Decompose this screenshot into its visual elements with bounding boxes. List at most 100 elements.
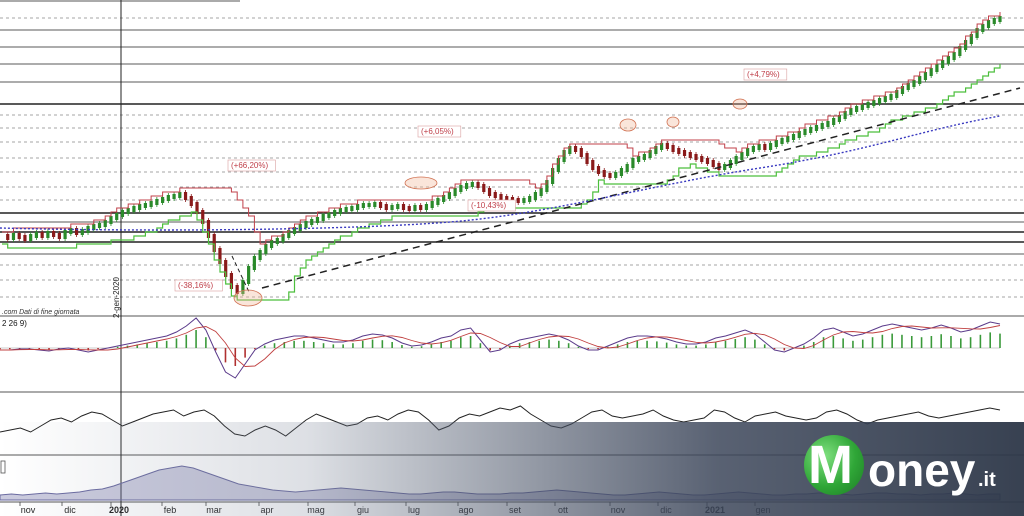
- candle-body: [315, 217, 320, 223]
- candle-body: [791, 134, 796, 140]
- candle-body: [637, 156, 641, 162]
- candle-body: [344, 207, 348, 212]
- candle-body: [115, 213, 119, 220]
- candle-body: [688, 152, 692, 158]
- candle-body: [52, 231, 56, 237]
- candle-body: [333, 210, 337, 216]
- price-panel: [0, 12, 1021, 307]
- candle-body: [591, 160, 595, 170]
- candle-body: [860, 104, 864, 110]
- candle-body: [826, 121, 830, 127]
- candle-body: [356, 204, 360, 210]
- candle-body: [298, 224, 302, 231]
- candle-body: [711, 160, 715, 167]
- candle-body: [493, 192, 497, 198]
- candle-body: [424, 204, 429, 210]
- candle-body: [602, 170, 606, 177]
- annotation-label: (+4,79%): [747, 70, 780, 79]
- candle-body: [694, 154, 698, 160]
- candle-body: [269, 240, 274, 248]
- candle-body: [29, 234, 33, 241]
- candle-body: [814, 125, 819, 131]
- money-it-logo[interactable]: M oney .it: [800, 433, 1020, 505]
- candle-body: [464, 183, 469, 189]
- candle-body: [877, 98, 882, 104]
- candle-body: [539, 188, 543, 196]
- candle-body: [528, 196, 532, 202]
- candle-body: [682, 150, 687, 156]
- candle-body: [734, 156, 738, 164]
- candle-body: [57, 233, 61, 239]
- candle-body: [470, 182, 474, 187]
- candle-body: [258, 250, 262, 260]
- candle-body: [46, 231, 50, 238]
- candle-body: [671, 145, 675, 152]
- candle-body: [585, 153, 589, 164]
- candle-body: [304, 221, 308, 228]
- candle-body: [97, 223, 102, 228]
- candle-body: [883, 96, 887, 102]
- candle-body: [166, 195, 170, 201]
- annotation-label: (+6,05%): [421, 127, 454, 136]
- candle-body: [252, 256, 256, 270]
- annotation-label: (+66,20%): [231, 161, 268, 170]
- candle-body: [138, 204, 142, 210]
- swing-marker: [619, 118, 637, 132]
- candle-body: [625, 164, 629, 172]
- signal-line: [0, 325, 1001, 367]
- candle-body: [40, 232, 44, 238]
- candle-body: [981, 24, 985, 32]
- candle-body: [338, 208, 343, 214]
- vertical-marker-label: 2-gen-2020: [112, 277, 121, 318]
- candle-body: [803, 129, 807, 135]
- candle-body: [413, 205, 417, 211]
- candle-body: [160, 197, 165, 203]
- indicator-label: 2 26 9): [2, 319, 27, 328]
- candle-body: [459, 185, 463, 192]
- candle-body: [723, 164, 727, 170]
- candle-body: [447, 192, 451, 199]
- candle-body: [774, 140, 778, 147]
- candle-body: [665, 143, 669, 149]
- candle-body: [522, 198, 526, 203]
- candle-body: [918, 76, 922, 84]
- candle-body: [132, 206, 136, 212]
- candle-body: [482, 184, 486, 192]
- candle-body: [183, 192, 188, 200]
- candle-body: [872, 100, 876, 106]
- candle-body: [373, 202, 377, 207]
- candle-body: [453, 188, 457, 196]
- logo-suffix: .it: [978, 469, 996, 491]
- candle-body: [23, 235, 27, 241]
- candle-body: [992, 18, 996, 24]
- candle-body: [751, 146, 755, 152]
- candle-body: [11, 233, 16, 240]
- candle-body: [941, 60, 945, 68]
- candle-body: [126, 208, 130, 214]
- candle-body: [361, 203, 365, 208]
- candle-body: [189, 196, 193, 206]
- candle-body: [155, 199, 159, 205]
- candle-body: [608, 173, 612, 178]
- candle-body: [6, 234, 10, 240]
- candle-body: [178, 192, 182, 198]
- candle-body: [350, 206, 354, 211]
- candle-body: [929, 68, 933, 76]
- candle-body: [912, 80, 916, 87]
- candle-body: [34, 232, 39, 238]
- candle-body: [390, 205, 394, 210]
- candle-body: [367, 203, 371, 207]
- candle-body: [746, 148, 750, 156]
- candle-body: [103, 220, 107, 227]
- candle-body: [401, 204, 406, 210]
- candle-body: [923, 72, 928, 80]
- candle-body: [935, 64, 939, 72]
- candle-body: [430, 201, 434, 208]
- candle-body: [579, 148, 583, 157]
- logo-m: M: [808, 435, 853, 495]
- swing-marker: [404, 176, 438, 190]
- candle-body: [407, 206, 411, 211]
- swing-marker: [233, 289, 263, 307]
- candle-body: [275, 238, 279, 244]
- candle-body: [499, 194, 503, 200]
